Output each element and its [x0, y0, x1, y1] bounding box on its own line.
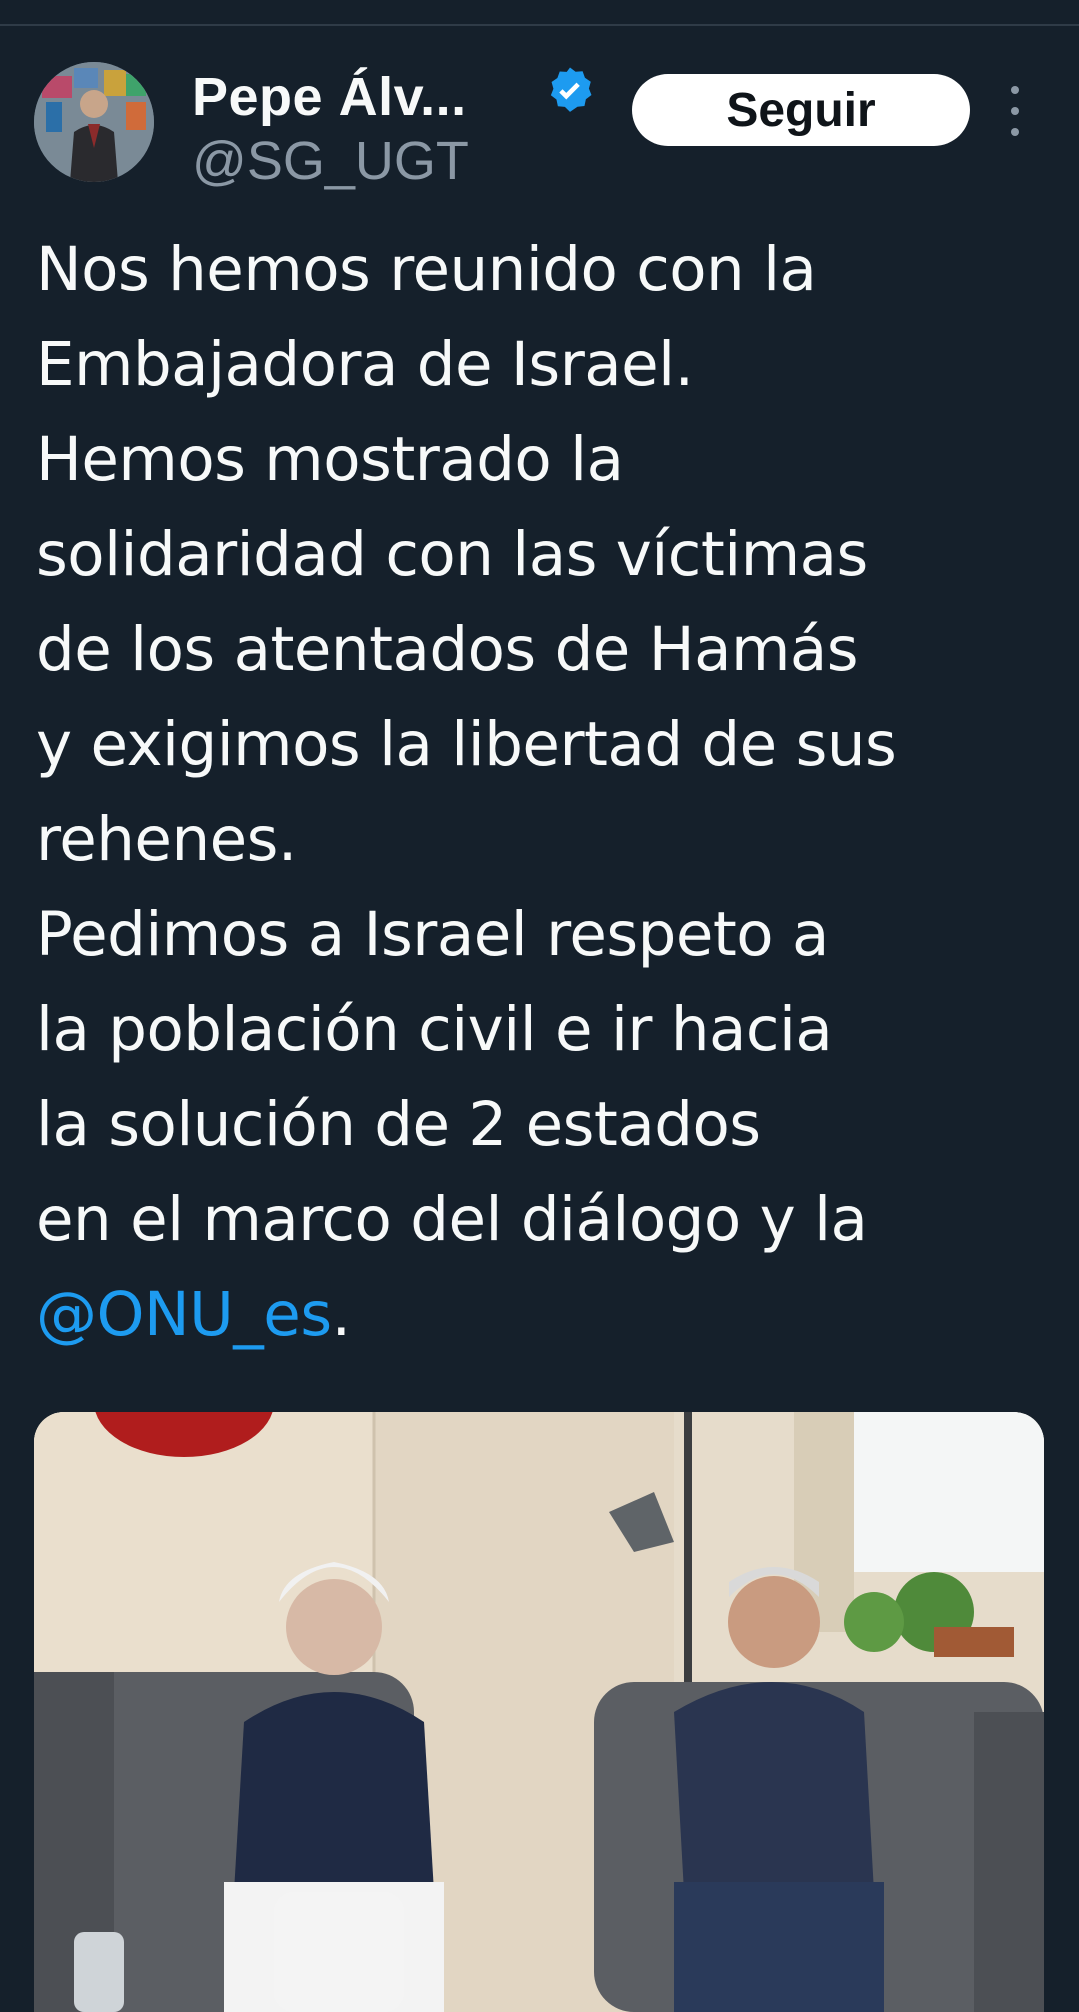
tweet-text-line: Embajadora de Israel.: [36, 329, 694, 400]
tweet-text-last-line: @ONU_es.: [36, 1267, 1046, 1362]
more-options-button[interactable]: [1000, 86, 1030, 136]
follow-button[interactable]: Seguir: [632, 74, 970, 146]
tweet-photo[interactable]: [34, 1412, 1044, 2012]
author-info[interactable]: Pepe Álv... @SG_UGT: [192, 58, 632, 191]
author-display-name[interactable]: Pepe Álv...: [192, 66, 467, 128]
more-vertical-icon-dot: [1011, 128, 1019, 136]
mention-link[interactable]: @ONU_es: [36, 1279, 332, 1350]
tweet-text: Nos hemos reunido con la Embajadora de I…: [36, 222, 1046, 1362]
more-vertical-icon: [1011, 86, 1019, 94]
tweet-text-line: la solución de 2 estados: [36, 1089, 761, 1160]
tweet-text-line: rehenes.: [36, 804, 297, 875]
tweet-text-line: Hemos mostrado la: [36, 424, 624, 495]
tweet-text-line: en el marco del diálogo y la: [36, 1184, 868, 1255]
tweet-text-line: Pedimos a Israel respeto a: [36, 899, 829, 970]
verified-badge-icon: [550, 67, 592, 112]
tweet-text-line: la población civil e ir hacia: [36, 994, 833, 1065]
avatar[interactable]: [34, 62, 154, 182]
top-divider: [0, 24, 1079, 26]
tweet-text-line: solidaridad con las víctimas: [36, 519, 868, 590]
avatar-photo: [34, 62, 154, 182]
photo-illustration: [34, 1412, 1044, 2012]
tweet-header: Pepe Álv... @SG_UGT Seguir: [34, 58, 1054, 191]
mention-suffix: .: [331, 1279, 351, 1350]
more-vertical-icon-dot: [1011, 107, 1019, 115]
tweet-text-line: de los atentados de Hamás: [36, 614, 859, 685]
author-handle[interactable]: @SG_UGT: [192, 130, 469, 192]
tweet-text-line: y exigimos la libertad de sus: [36, 709, 897, 780]
tweet-text-line: Nos hemos reunido con la: [36, 234, 817, 305]
